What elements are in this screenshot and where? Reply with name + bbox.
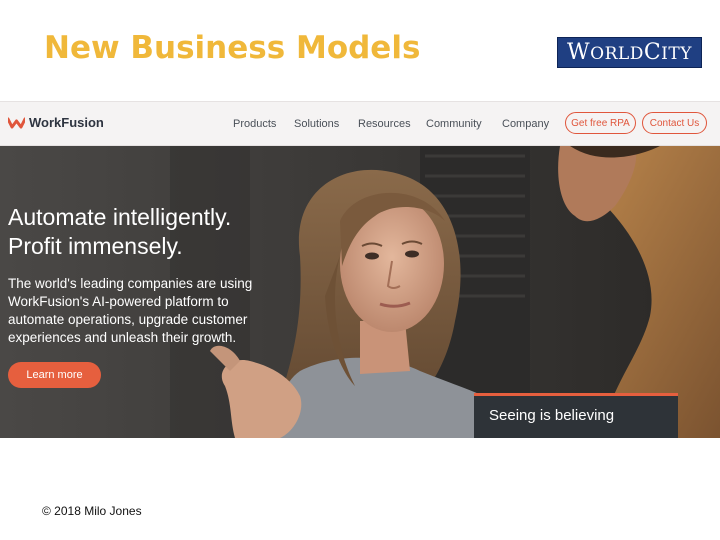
nav-resources[interactable]: Resources	[358, 118, 411, 130]
get-free-rpa-button[interactable]: Get free RPA	[565, 112, 636, 134]
worldcity-logo-text: WORLDCITY	[567, 40, 692, 65]
hero-heading-line2: Profit immensely.	[8, 233, 183, 259]
hero-heading: Automate intelligently. Profit immensely…	[8, 203, 231, 261]
video-teaser[interactable]: Seeing is believing	[474, 393, 678, 438]
hero-description: The world's leading companies are using …	[8, 275, 252, 347]
contact-us-button[interactable]: Contact Us	[642, 112, 707, 134]
hero-description-line: The world's leading companies are using	[8, 276, 253, 291]
copyright-footer: © 2018 Milo Jones	[42, 504, 142, 518]
workfusion-logo[interactable]: WorkFusion	[8, 115, 104, 130]
hero-description-line: WorkFusion's AI-powered platform to	[8, 294, 229, 309]
workfusion-logo-text: WorkFusion	[29, 115, 104, 130]
workfusion-mark-icon	[8, 117, 25, 128]
hero-description-line: experiences and unleash their growth.	[8, 330, 237, 345]
nav-community[interactable]: Community	[426, 118, 482, 130]
nav-company[interactable]: Company	[502, 118, 549, 130]
hero-banner: Automate intelligently. Profit immensely…	[0, 146, 720, 438]
slide-title: New Business Models	[44, 30, 421, 66]
nav-solutions[interactable]: Solutions	[294, 118, 339, 130]
video-teaser-label: Seeing is believing	[489, 407, 615, 424]
hero-description-line: automate operations, upgrade customer	[8, 312, 248, 327]
nav-products[interactable]: Products	[233, 118, 276, 130]
learn-more-button[interactable]: Learn more	[8, 362, 101, 388]
site-navbar: WorkFusion Products Solutions Resources …	[0, 101, 720, 146]
hero-heading-line1: Automate intelligently.	[8, 204, 232, 230]
worldcity-logo: WORLDCITY	[557, 37, 702, 68]
website-screenshot: WorkFusion Products Solutions Resources …	[0, 101, 720, 438]
